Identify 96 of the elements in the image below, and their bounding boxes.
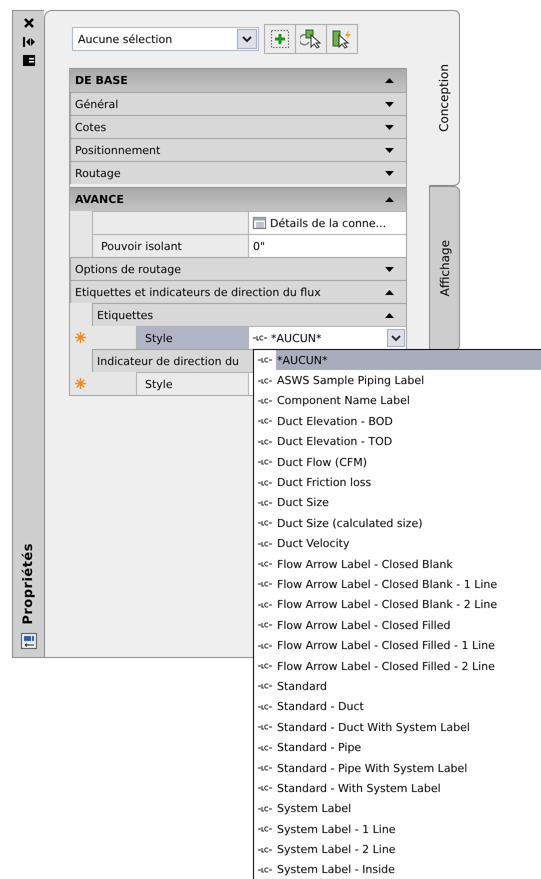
menu-icon[interactable] [22,55,34,66]
collapse-arrow-icon [385,78,394,83]
label-style-icon [258,683,272,690]
properties-icon[interactable] [20,633,36,649]
label-style-icon [258,561,272,568]
label-style-icon [258,418,272,424]
label-style-icon [258,438,272,445]
section-header[interactable]: DE BASE [70,68,406,92]
label-style-icon [258,480,272,486]
dropdown-option[interactable]: Standard - With System Label [254,778,541,799]
dropdown-option[interactable]: Duct Size [254,492,541,514]
dropdown-option[interactable]: System Label - 2 Line [254,839,541,860]
label-style-icon [258,459,272,466]
dropdown-option[interactable]: Duct Size (calculated size) [254,513,541,534]
dropdown-option[interactable]: Duct Elevation - TOD [254,432,541,452]
category-row[interactable]: Options de routage [70,257,406,280]
label-style-icon [258,602,272,608]
label-style-icon [258,826,272,832]
collapse-arrow-icon [385,312,394,318]
expand-arrow-icon [385,102,394,106]
label-style-icon [258,540,272,547]
side-tab[interactable]: Conception [429,10,460,186]
label-style-icon [258,785,272,792]
expand-arrow-icon [385,266,394,272]
label-style-icon [258,622,272,628]
label-style-icon [253,335,267,341]
dropdown-option[interactable]: System Label - Inside [254,860,541,879]
category-row[interactable]: Routage [70,161,406,184]
label-style-icon [258,357,272,364]
label-style-icon [258,500,272,506]
dropdown-option[interactable]: Flow Arrow Label - Closed Blank - 2 Line [254,594,541,616]
dropdown-option[interactable]: Flow Arrow Label - Closed Blank [254,554,541,574]
chevron-down-icon [391,334,401,342]
dropdown-option[interactable]: Component Name Label [254,390,541,412]
quick-select-button[interactable] [264,24,296,54]
cursor-lightning-icon [331,29,353,49]
label-style-icon [258,581,272,588]
property-label-cell[interactable]: Style [136,326,248,349]
property-value-cell[interactable]: 0" [248,234,406,257]
required-star-icon [75,332,86,343]
dropdown-option[interactable]: ASWS Sample Piping Label [254,370,541,391]
label-style-icon [258,398,272,404]
label-style-icon [258,520,272,526]
dropdown-option[interactable]: Standard - Pipe [254,737,541,758]
property-label-cell[interactable]: Style [136,372,248,395]
label-style-icon [258,378,272,384]
property-label-cell[interactable]: Pouvoir isolant [92,234,248,257]
section-header[interactable]: AVANCE [70,187,406,211]
close-icon[interactable] [22,17,34,29]
auto-hide-icon[interactable] [22,37,34,47]
select-objects-button[interactable] [295,24,327,54]
label-style-icon [258,642,272,649]
category-row[interactable]: Cotes [70,115,406,138]
label-style-icon [258,744,272,751]
label-style-icon [258,866,272,873]
dropdown-option[interactable]: Flow Arrow Label - Closed Filled [254,615,541,636]
label-style-icon [258,846,272,853]
chevron-down-icon [242,36,252,42]
dropdown-option[interactable]: System Label [254,798,541,819]
cursor-select-icon [300,29,322,49]
collapse-arrow-icon [385,290,394,294]
expand-arrow-icon [385,170,394,176]
palette-title: Propriétés [21,543,36,625]
expand-arrow-icon [385,124,394,130]
dropdown-option[interactable]: Duct Velocity [254,534,541,554]
dropdown-option[interactable]: Standard - Pipe With System Label [254,758,541,778]
dropdown-option[interactable]: Duct Friction loss [254,472,541,493]
expand-arrow-icon [385,148,394,152]
toggle-pickadd-button[interactable] [326,24,358,54]
collapse-arrow-icon [385,197,394,202]
selection-dropdown[interactable]: Aucune sélection [72,27,259,51]
table-icon [253,217,266,229]
dropdown-option[interactable]: Duct Flow (CFM) [254,452,541,472]
dropdown-option[interactable]: Flow Arrow Label - Closed Blank - 1 Line [254,574,541,595]
style-dropdown[interactable]: *AUCUN* [248,326,406,349]
dropdown-option[interactable]: Standard [254,676,541,697]
label-style-icon [258,765,272,771]
dropdown-option[interactable]: Flow Arrow Label - Closed Filled - 1 Line [254,635,541,656]
category-row[interactable]: Etiquettes et indicateurs de direction du flux [70,280,406,303]
label-style-icon [258,704,272,710]
dropdown-option[interactable]: Standard - Duct [254,696,541,718]
label-style-icon [258,724,272,730]
row-indent [70,211,92,234]
dropdown-option[interactable]: Standard - Duct With System Label [254,717,541,738]
add-selection-icon [270,29,290,49]
dropdown-option[interactable]: Flow Arrow Label - Closed Filled - 2 Line [254,656,541,676]
dropdown-option[interactable]: Duct Elevation - BOD [254,411,541,432]
required-star-icon [75,378,86,389]
dropdown-option[interactable]: System Label - 1 Line [254,818,541,840]
property-value-cell[interactable]: Détails de la conne... [248,211,406,234]
label-style-icon [258,806,272,812]
side-tab[interactable]: Affichage [430,186,460,351]
label-style-icon [258,663,272,670]
category-row[interactable]: Etiquettes [92,303,406,326]
category-row[interactable]: Général [70,92,406,115]
category-row[interactable]: Positionnement [70,138,406,161]
